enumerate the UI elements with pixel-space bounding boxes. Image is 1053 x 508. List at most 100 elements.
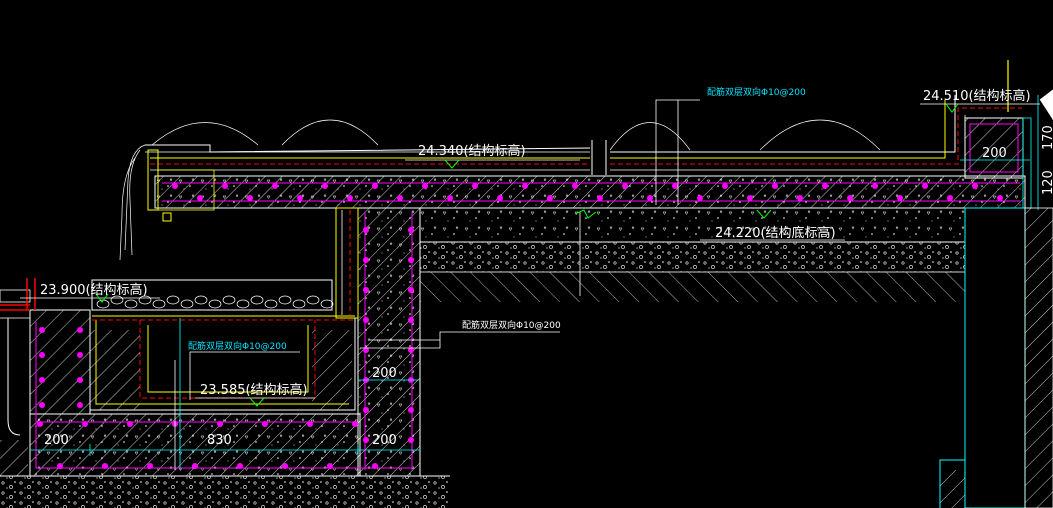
pebble: [306, 295, 320, 305]
rebar-dot: [82, 421, 88, 427]
pebble: [250, 295, 264, 305]
cad-section-drawing: 24.340(结构标高) 24.510(结构标高) 24.220(结构底标高) …: [0, 60, 1053, 508]
rebar-dot: [77, 377, 83, 383]
pebble: [222, 295, 236, 305]
rebar-dot: [997, 195, 1003, 201]
pebble: [194, 295, 208, 305]
rebar-dot: [77, 352, 83, 358]
rebar-dot: [372, 183, 378, 189]
rebar-dot: [922, 183, 928, 189]
rebar-dot: [127, 421, 133, 427]
rebar-dot: [697, 195, 703, 201]
rebar-dot: [102, 463, 108, 469]
rebar-dot: [347, 195, 353, 201]
rebar-dot: [262, 421, 268, 427]
dim-parapet: 200: [982, 146, 1007, 161]
rebar-dot: [797, 195, 803, 201]
rebar-dot: [363, 407, 369, 413]
rebar-dot: [77, 327, 83, 333]
pebble: [236, 299, 250, 309]
rebar-dot: [472, 183, 478, 189]
rebar-dot: [363, 257, 369, 263]
rebar-dot: [363, 317, 369, 323]
rebar-dot: [222, 183, 228, 189]
rebar-dot: [447, 195, 453, 201]
rebar-dot: [282, 463, 288, 469]
rebar-dot: [547, 195, 553, 201]
pebble: [208, 299, 222, 309]
rebar-dot: [722, 183, 728, 189]
dim-side-120: 120: [1041, 170, 1053, 195]
rebar-dot: [322, 183, 328, 189]
rebar-dot: [647, 195, 653, 201]
rebar-dot: [307, 421, 313, 427]
pebble: [166, 295, 180, 305]
rebar-note-top: 配筋双层双向Φ10@200: [707, 86, 806, 98]
pebble: [278, 295, 292, 305]
dim-right-wall: 200: [372, 433, 397, 448]
rebar-dot: [247, 195, 253, 201]
rebar-dot: [872, 183, 878, 189]
rebar-dot: [237, 463, 243, 469]
rebar-dot: [327, 463, 333, 469]
rebar-dot: [497, 195, 503, 201]
rebar-dot: [772, 183, 778, 189]
rebar-dot: [39, 327, 45, 333]
rebar-dot: [57, 463, 63, 469]
rebar-dot: [408, 287, 414, 293]
rebar-dot: [597, 195, 603, 201]
rebar-dot: [847, 195, 853, 201]
rebar-dot: [747, 195, 753, 201]
rebar-dot: [572, 183, 578, 189]
rebar-dot: [363, 437, 369, 443]
pebble: [124, 299, 138, 309]
rebar-dot: [197, 195, 203, 201]
rebar-note-wall: 配筋双层双向Φ10@200: [462, 319, 561, 331]
rebar-dot: [39, 352, 45, 358]
rebar-note-pit: 配筋双层双向Φ10@200: [188, 340, 287, 352]
rebar-dot: [172, 183, 178, 189]
rebar-dot: [897, 195, 903, 201]
pebble: [152, 299, 166, 309]
rebar-dot: [77, 402, 83, 408]
rebar-dot: [397, 195, 403, 201]
rebar-dot: [408, 437, 414, 443]
rebar-dot: [372, 463, 378, 469]
rebar-dot: [147, 463, 153, 469]
pebble: [180, 299, 194, 309]
rebar-dot: [422, 183, 428, 189]
rebar-dot: [408, 227, 414, 233]
rebar-dot: [272, 183, 278, 189]
rebar-dot: [39, 402, 45, 408]
pebble: [320, 299, 334, 309]
rebar-dot: [408, 317, 414, 323]
rebar-dot: [217, 421, 223, 427]
dim-wall-height: 200: [372, 366, 397, 381]
rebar-dot: [672, 183, 678, 189]
dim-side-170: 170: [1041, 125, 1053, 150]
rebar-dot: [408, 407, 414, 413]
rebar-dot: [297, 195, 303, 201]
elevation-parapet-top: 24.510(结构标高): [923, 88, 1031, 104]
rebar-dot: [408, 257, 414, 263]
rebar-dot: [522, 183, 528, 189]
rebar-dot: [363, 227, 369, 233]
rebar-dot: [192, 463, 198, 469]
elevation-pit-bottom: 23.585(结构标高): [200, 382, 308, 398]
elevation-roof-top: 24.340(结构标高): [418, 143, 526, 159]
rebar-dot: [622, 183, 628, 189]
dim-left-wall: 200: [44, 433, 69, 448]
rebar-dot: [352, 421, 358, 427]
dim-pit-width: 830: [207, 433, 232, 448]
rebar-dot: [822, 183, 828, 189]
rebar-dot: [363, 287, 369, 293]
rebar-dot: [37, 421, 43, 427]
roof-slab: [154, 175, 1026, 209]
elevation-planter-left: 23.900(结构标高): [40, 282, 148, 298]
rebar-dot: [947, 195, 953, 201]
rebar-dot: [39, 377, 45, 383]
elevation-slab-bottom: 24.220(结构底标高): [715, 225, 836, 241]
pebble: [292, 299, 306, 309]
rebar-dot: [972, 183, 978, 189]
pebble: [264, 299, 278, 309]
